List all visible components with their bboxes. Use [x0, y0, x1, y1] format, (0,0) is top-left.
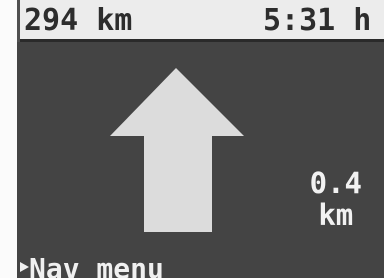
nav-menu-label: Nav menu — [29, 252, 164, 278]
status-bar: 294 km 5:31 h — [17, 0, 384, 42]
nav-menu-button[interactable]: Nav menu — [17, 246, 384, 278]
menu-pointer-icon — [20, 262, 29, 272]
next-distance-value: 0.4 — [309, 166, 362, 200]
nav-display: 294 km 5:31 h 0.4 km Nav menu — [0, 0, 384, 278]
remaining-time: 5:31 h — [263, 3, 372, 38]
next-maneuver-distance: 0.4 km — [310, 168, 362, 232]
total-distance: 294 km — [24, 3, 133, 38]
display-bezel — [0, 0, 17, 278]
next-distance-unit: km — [318, 198, 354, 232]
straight-arrow-icon — [110, 68, 244, 232]
